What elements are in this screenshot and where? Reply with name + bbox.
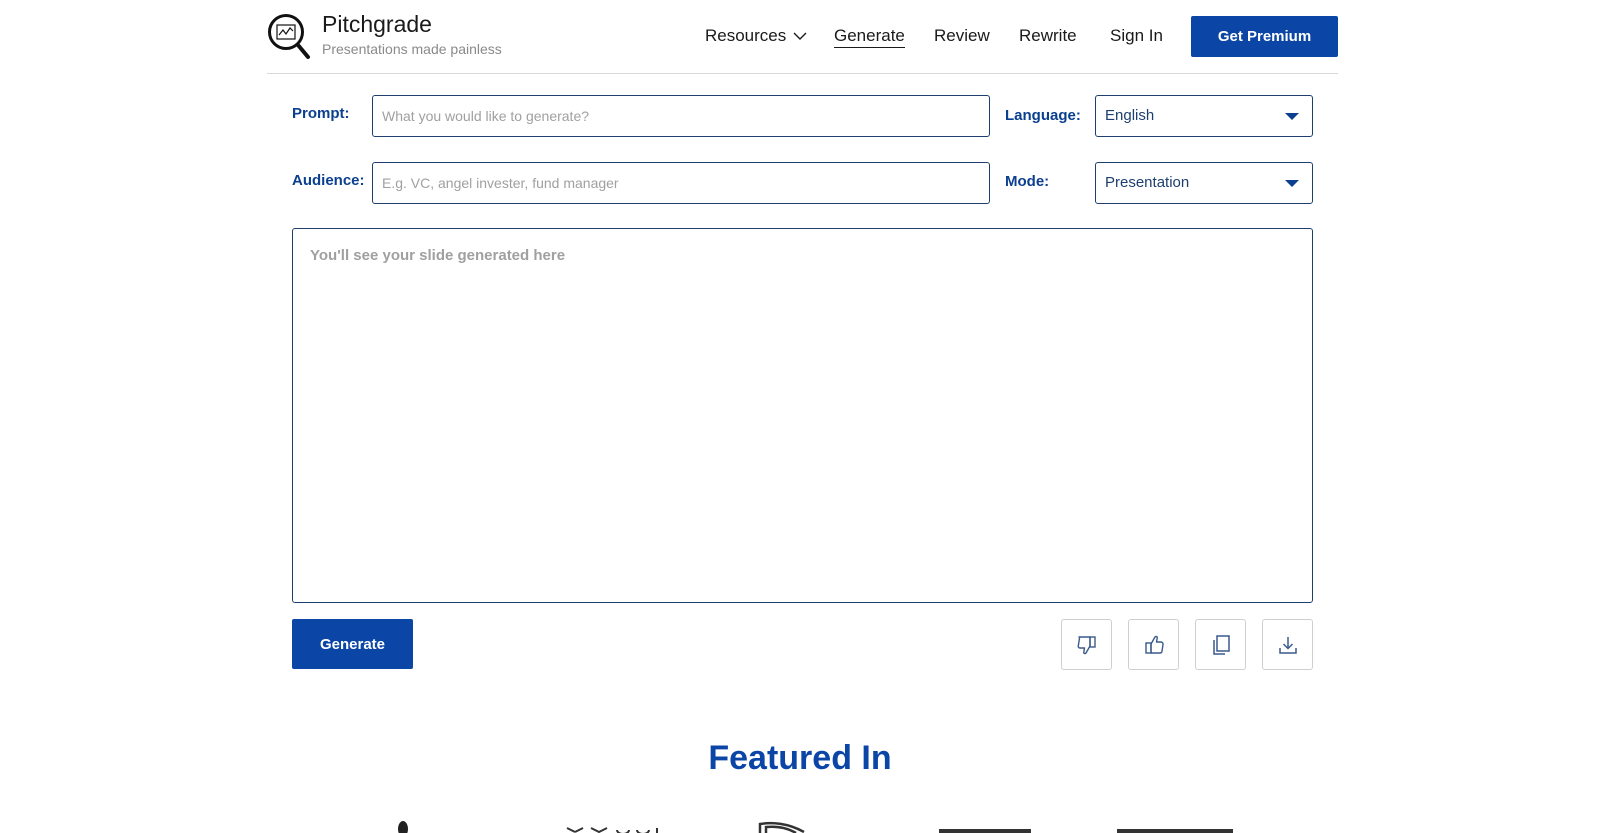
audience-input[interactable] bbox=[372, 162, 990, 204]
audience-label: Audience: bbox=[292, 172, 365, 189]
thumbs-down-button[interactable] bbox=[1061, 619, 1112, 670]
thumbs-down-icon bbox=[1077, 635, 1096, 654]
nav-resources[interactable]: Resources bbox=[705, 26, 807, 46]
partner-logo bbox=[566, 827, 658, 833]
get-premium-button[interactable]: Get Premium bbox=[1191, 16, 1338, 57]
brand-tagline: Presentations made painless bbox=[322, 41, 502, 57]
caret-down-icon bbox=[1285, 113, 1299, 120]
featured-in-title: Featured In bbox=[708, 739, 892, 777]
partner-logo bbox=[398, 821, 408, 833]
prompt-input[interactable] bbox=[372, 95, 990, 137]
nav-generate[interactable]: Generate bbox=[834, 26, 905, 48]
download-button[interactable] bbox=[1262, 619, 1313, 670]
mode-select[interactable]: Presentation bbox=[1095, 162, 1313, 204]
mode-select-value: Presentation bbox=[1105, 174, 1190, 191]
prompt-label: Prompt: bbox=[292, 105, 350, 122]
download-icon bbox=[1278, 636, 1297, 654]
nav-sign-in[interactable]: Sign In bbox=[1110, 26, 1163, 46]
partner-logo bbox=[939, 829, 1031, 833]
nav-resources-label: Resources bbox=[705, 26, 787, 45]
output-placeholder: You'll see your slide generated here bbox=[310, 247, 566, 264]
site-header: Pitchgrade Presentations made painless R… bbox=[267, 0, 1338, 74]
generate-button[interactable]: Generate bbox=[292, 619, 413, 669]
language-select-value: English bbox=[1105, 107, 1155, 124]
copy-button[interactable] bbox=[1195, 619, 1246, 670]
mode-label: Mode: bbox=[1005, 173, 1050, 190]
partner-logo bbox=[1117, 829, 1233, 833]
language-select[interactable]: English bbox=[1095, 95, 1313, 137]
copy-icon bbox=[1212, 634, 1230, 655]
language-label: Language: bbox=[1005, 107, 1081, 124]
thumbs-up-button[interactable] bbox=[1128, 619, 1179, 670]
brand-name[interactable]: Pitchgrade bbox=[322, 11, 432, 38]
slide-output-area[interactable]: You'll see your slide generated here bbox=[292, 228, 1313, 603]
partner-logo bbox=[758, 821, 805, 833]
chevron-down-icon bbox=[793, 32, 807, 40]
caret-down-icon bbox=[1285, 180, 1299, 187]
nav-review[interactable]: Review bbox=[934, 26, 990, 46]
magnifier-chart-icon[interactable] bbox=[267, 12, 311, 60]
thumbs-up-icon bbox=[1144, 635, 1164, 654]
nav-rewrite[interactable]: Rewrite bbox=[1019, 26, 1077, 46]
